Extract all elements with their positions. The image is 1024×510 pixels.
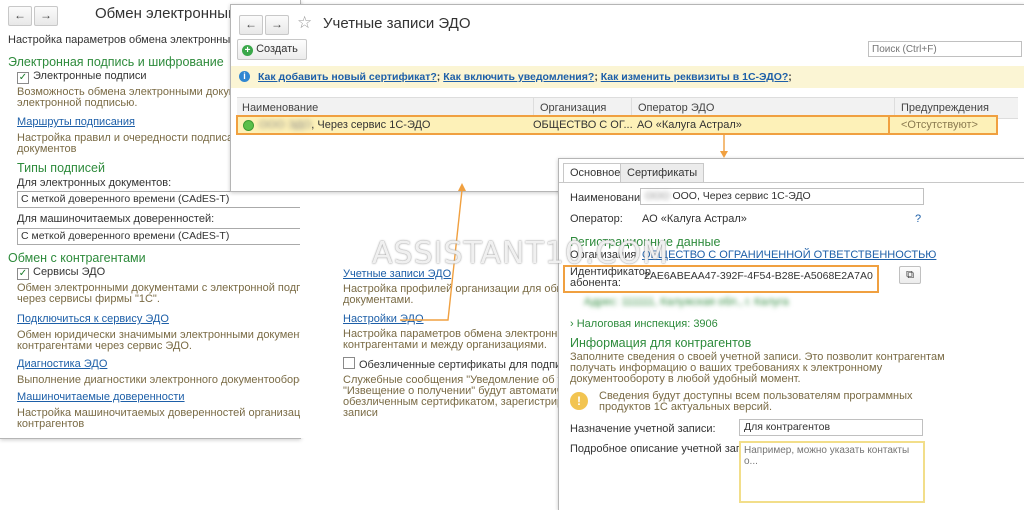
- watermark: ASSISTANT10.COM: [372, 236, 669, 271]
